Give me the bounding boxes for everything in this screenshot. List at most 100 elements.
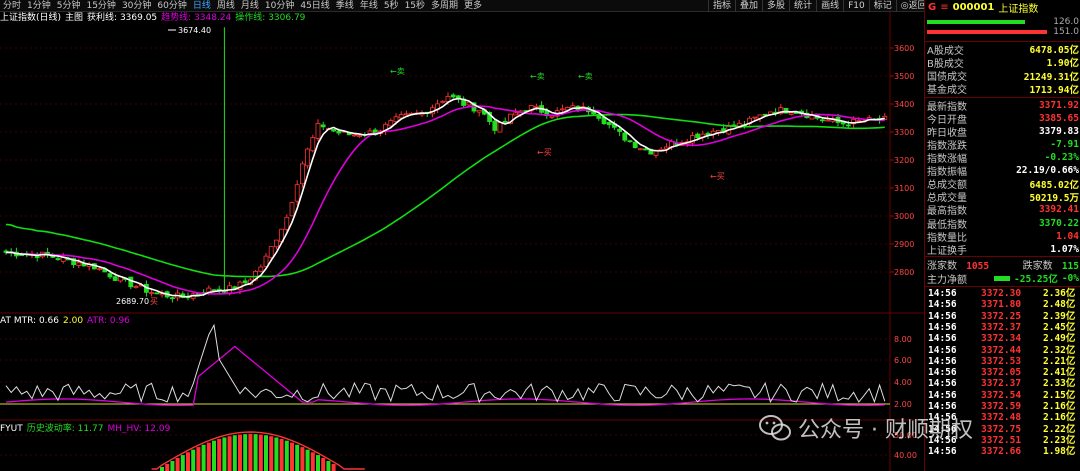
candle-body bbox=[788, 112, 794, 115]
candle-body bbox=[638, 148, 643, 151]
tick-time: 14:56 bbox=[928, 446, 957, 458]
stat-label: 上证换手 bbox=[927, 245, 967, 257]
stat-row: 今日开盘 3385.65 bbox=[925, 112, 1080, 126]
volume-row: 国债成交 21249.31亿 bbox=[925, 69, 1080, 84]
mh-hv-label: MH_HV: 12.09 bbox=[107, 424, 171, 434]
hv-bar bbox=[191, 449, 196, 471]
g-icon[interactable]: G bbox=[928, 2, 936, 13]
stat-value: 3385.65 bbox=[1038, 112, 1079, 124]
candle-body bbox=[492, 120, 498, 131]
y-tick-label: 3000 bbox=[894, 212, 914, 221]
candle-body bbox=[825, 119, 830, 122]
sell-bar-value: 151.0 bbox=[1053, 27, 1079, 37]
down-count-label: 跌家数 bbox=[1022, 260, 1053, 272]
stat-row: 总成交额 6485.02亿 bbox=[925, 178, 1080, 192]
up-count-value: 1055 bbox=[966, 260, 990, 272]
hv-bar bbox=[300, 447, 305, 471]
wechat-icon bbox=[759, 415, 791, 441]
y-tick-label: 2.00 bbox=[894, 400, 912, 409]
candle-body bbox=[76, 262, 82, 266]
tick-time: 14:56 bbox=[928, 389, 957, 401]
tick-row: 14:56 3372.44 2.32亿 bbox=[925, 345, 1080, 356]
stat-value: 22.19/0.66% bbox=[1016, 165, 1079, 177]
hv-bar bbox=[227, 436, 232, 471]
tick-price: 3372.48 bbox=[981, 412, 1022, 424]
tick-time: 14:56 bbox=[928, 299, 957, 311]
stat-value: 3370.22 bbox=[1038, 217, 1079, 229]
hv-bar bbox=[326, 460, 331, 471]
quote-panel: G ≡ 000001 上证指数 126.0 151.0 A股成交 6478.05亿… bbox=[924, 0, 1080, 471]
candle-body bbox=[497, 121, 503, 133]
candle-body bbox=[752, 116, 758, 119]
candle-body bbox=[622, 132, 628, 141]
tick-volume: 2.21亿 bbox=[1043, 355, 1076, 367]
candle-body bbox=[367, 130, 373, 135]
index-code: 000001 bbox=[952, 2, 995, 13]
candle-body bbox=[336, 130, 342, 134]
tick-volume: 2.33亿 bbox=[1043, 378, 1076, 390]
divider bbox=[925, 286, 1080, 287]
candle-body bbox=[820, 119, 825, 122]
hv-bar bbox=[290, 442, 294, 471]
hv-bar bbox=[232, 435, 237, 471]
candle-body bbox=[856, 120, 862, 122]
y-tick-label: 2800 bbox=[894, 268, 914, 277]
candle-body bbox=[107, 273, 113, 278]
tick-volume: 1.98亿 bbox=[1043, 446, 1076, 458]
volume-row: B股成交 1.90亿 bbox=[925, 56, 1080, 70]
tick-price: 3372.44 bbox=[981, 344, 1022, 356]
tick-row: 14:56 3371.80 2.48亿 bbox=[925, 299, 1080, 310]
signal-label: ←卖 bbox=[390, 67, 405, 76]
hv-bar bbox=[160, 467, 164, 471]
tick-price: 3372.75 bbox=[981, 423, 1022, 435]
menu-icon[interactable]: ≡ bbox=[940, 2, 948, 13]
stat-row: 总成交量 50219.5万 bbox=[925, 191, 1080, 205]
kline-chart[interactable]: 3600 3500 3400 3300 3200 3100 3000 2900 2800 8.00… bbox=[0, 0, 924, 471]
hv-bar bbox=[269, 436, 274, 471]
stat-row: 指数涨幅 -0.23% bbox=[925, 151, 1080, 165]
stat-value: 6485.02亿 bbox=[1029, 179, 1079, 191]
tick-price: 3371.80 bbox=[981, 299, 1022, 311]
y-tick-label: 8.00 bbox=[894, 335, 912, 344]
stat-row: 指数量比 1.04 bbox=[925, 230, 1080, 244]
stat-row: 最低指数 3370.22 bbox=[925, 217, 1080, 231]
candle-body bbox=[268, 246, 274, 259]
tick-volume: 2.16亿 bbox=[1043, 401, 1076, 412]
breadth-row: 涨家数 1055 跌家数 115 bbox=[925, 258, 1080, 272]
hv-bar bbox=[201, 444, 206, 471]
tick-time: 14:56 bbox=[928, 355, 957, 367]
down-count-value: 115 bbox=[1061, 260, 1079, 272]
y-tick-label: 6.00 bbox=[894, 356, 912, 365]
watermark: 公众号 · 财顺期权 bbox=[758, 410, 973, 446]
candle-body bbox=[112, 276, 118, 281]
tick-volume: 2.32亿 bbox=[1043, 344, 1076, 356]
tick-volume: 2.45亿 bbox=[1043, 321, 1076, 333]
volume-row: A股成交 6478.05亿 bbox=[925, 43, 1080, 57]
candle-body bbox=[284, 216, 290, 230]
hv-bar bbox=[196, 447, 201, 471]
y-tick-label: 3300 bbox=[894, 128, 914, 137]
candle-body bbox=[534, 105, 539, 108]
tick-row: 14:56 3372.30 2.36亿 bbox=[925, 288, 1080, 299]
hv-bar bbox=[321, 457, 326, 471]
hv-label: 历史波动率: 11.77 bbox=[26, 424, 104, 434]
stat-value: -7.91 bbox=[1050, 138, 1079, 150]
candle-body bbox=[242, 280, 248, 284]
candle-body bbox=[310, 137, 316, 152]
tick-time: 14:56 bbox=[928, 321, 957, 333]
tick-row: 14:56 3372.53 2.21亿 bbox=[925, 356, 1080, 367]
candle-body bbox=[632, 141, 638, 149]
signal-label: ←买 bbox=[537, 148, 552, 157]
tick-price: 3372.66 bbox=[981, 446, 1022, 458]
candle-body bbox=[305, 148, 311, 167]
bid-ask-bars: 126.0 151.0 bbox=[925, 17, 1080, 37]
candle-body bbox=[398, 114, 404, 119]
tick-time: 14:56 bbox=[928, 378, 957, 390]
candle-body bbox=[476, 109, 482, 113]
candle-body bbox=[357, 135, 363, 137]
candle-body bbox=[320, 124, 326, 128]
y-tick-label: 3400 bbox=[894, 100, 914, 109]
hv-bar bbox=[253, 434, 258, 471]
candle-body bbox=[549, 115, 555, 118]
sell-bar bbox=[927, 30, 1047, 34]
